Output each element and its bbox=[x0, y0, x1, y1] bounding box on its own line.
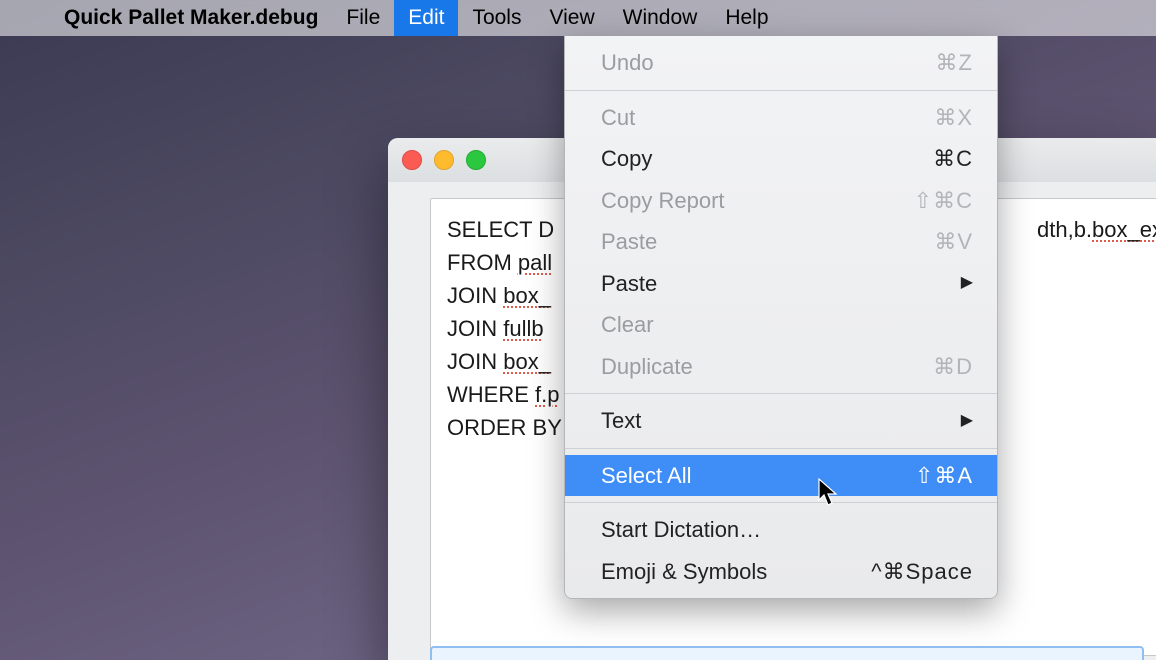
minimize-button[interactable] bbox=[434, 150, 454, 170]
menu-help[interactable]: Help bbox=[711, 0, 782, 36]
menu-item-shortcut: ⇧⌘A bbox=[915, 462, 973, 490]
menu-item-label: Duplicate bbox=[601, 353, 933, 381]
menu-item-label: Copy Report bbox=[601, 187, 914, 215]
menu-separator bbox=[565, 502, 997, 503]
menu-item-shortcut: ^⌘Space bbox=[871, 558, 973, 586]
menu-item-shortcut: ⌘V bbox=[934, 228, 973, 256]
menu-item-label: Emoji & Symbols bbox=[601, 558, 871, 586]
menu-item-paste-5: Paste⌘V bbox=[565, 221, 997, 263]
menu-item-label: Text bbox=[601, 407, 961, 435]
menu-item-text-10[interactable]: Text▶ bbox=[565, 400, 997, 442]
menu-item-shortcut: ⌘C bbox=[933, 145, 973, 173]
menu-item-clear-7: Clear bbox=[565, 304, 997, 346]
menu-item-shortcut: ⌘D bbox=[933, 353, 973, 381]
menu-item-label: Start Dictation… bbox=[601, 516, 973, 544]
bottom-highlight-bar[interactable] bbox=[430, 646, 1144, 660]
close-button[interactable] bbox=[402, 150, 422, 170]
menu-tools[interactable]: Tools bbox=[458, 0, 535, 36]
menu-item-label: Cut bbox=[601, 104, 934, 132]
submenu-arrow-icon: ▶ bbox=[961, 411, 973, 431]
menu-edit[interactable]: Edit bbox=[394, 0, 458, 36]
edit-dropdown-menu: Undo⌘ZCut⌘XCopy⌘CCopy Report⇧⌘CPaste⌘VPa… bbox=[564, 36, 998, 599]
menu-item-label: Paste bbox=[601, 270, 961, 298]
menu-item-start-dictation-14[interactable]: Start Dictation… bbox=[565, 509, 997, 551]
menubar: Quick Pallet Maker.debug File Edit Tools… bbox=[0, 0, 1156, 36]
menu-separator bbox=[565, 448, 997, 449]
window-controls bbox=[402, 150, 486, 170]
menu-item-copy-report-4: Copy Report⇧⌘C bbox=[565, 180, 997, 222]
menu-view[interactable]: View bbox=[535, 0, 608, 36]
menu-item-undo-0: Undo⌘Z bbox=[565, 42, 997, 84]
menu-item-copy-3[interactable]: Copy⌘C bbox=[565, 138, 997, 180]
menu-item-label: Copy bbox=[601, 145, 933, 173]
menu-item-emoji-symbols-15[interactable]: Emoji & Symbols^⌘Space bbox=[565, 551, 997, 593]
menu-item-shortcut: ⇧⌘C bbox=[914, 187, 973, 215]
menu-item-shortcut: ⌘Z bbox=[936, 49, 973, 77]
menu-item-label: Paste bbox=[601, 228, 934, 256]
menu-window[interactable]: Window bbox=[609, 0, 712, 36]
submenu-arrow-icon: ▶ bbox=[961, 273, 973, 293]
menu-item-select-all-12[interactable]: Select All⇧⌘A bbox=[565, 455, 997, 497]
menu-item-cut-2: Cut⌘X bbox=[565, 97, 997, 139]
menu-item-label: Clear bbox=[601, 311, 973, 339]
app-menu[interactable]: Quick Pallet Maker.debug bbox=[50, 0, 332, 36]
menu-item-label: Undo bbox=[601, 49, 936, 77]
menu-item-paste-6[interactable]: Paste▶ bbox=[565, 263, 997, 305]
menu-separator bbox=[565, 90, 997, 91]
text-right-fragment: dth,b.box_ex bbox=[1037, 213, 1156, 246]
menu-item-shortcut: ⌘X bbox=[934, 104, 973, 132]
menu-separator bbox=[565, 393, 997, 394]
menu-item-duplicate-8: Duplicate⌘D bbox=[565, 346, 997, 388]
menu-file[interactable]: File bbox=[332, 0, 394, 36]
zoom-button[interactable] bbox=[466, 150, 486, 170]
menu-item-label: Select All bbox=[601, 462, 915, 490]
